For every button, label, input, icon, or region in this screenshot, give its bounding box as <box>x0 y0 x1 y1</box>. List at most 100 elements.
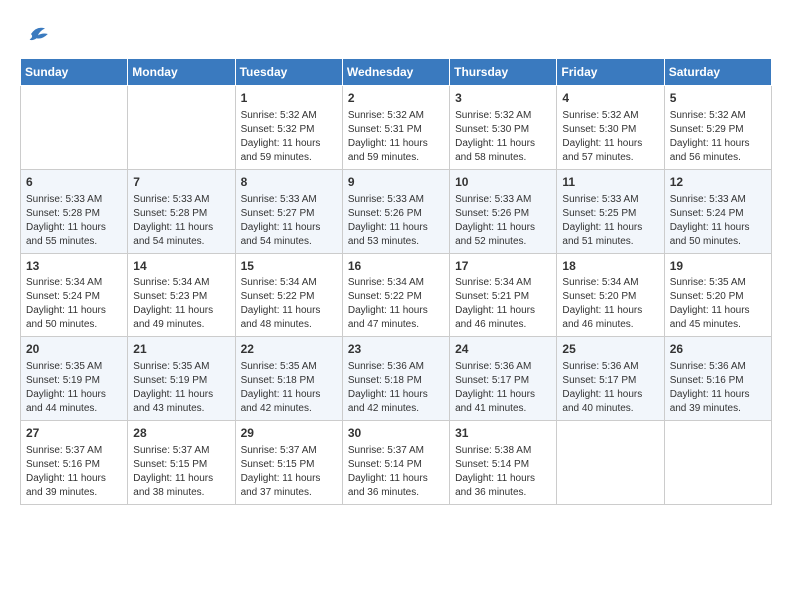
day-number: 9 <box>348 174 444 191</box>
calendar-cell: 1 Sunrise: 5:32 AM Sunset: 5:32 PM Daylig… <box>235 86 342 170</box>
day-info: Sunrise: 5:37 AM Sunset: 5:15 PM Dayligh… <box>133 444 229 500</box>
calendar-cell: 27Sunrise: 5:37 AM Sunset: 5:16 PM Dayli… <box>21 421 128 505</box>
day-number: 2 <box>348 90 444 107</box>
day-info: Sunrise: 5:34 AM Sunset: 5:21 PM Dayligh… <box>455 276 551 332</box>
day-info: Sunrise: 5:35 AM Sunset: 5:20 PM Dayligh… <box>670 276 766 332</box>
day-info: Sunrise: 5:33 AM Sunset: 5:25 PM Dayligh… <box>562 193 658 249</box>
day-number: 3 <box>455 90 551 107</box>
day-info: Sunrise: 5:33 AM Sunset: 5:27 PM Dayligh… <box>241 193 337 249</box>
day-number: 11 <box>562 174 658 191</box>
calendar-cell: 4 Sunrise: 5:32 AM Sunset: 5:30 PM Daylig… <box>557 86 664 170</box>
day-info: Sunrise: 5:32 AM Sunset: 5:31 PM Dayligh… <box>348 109 444 165</box>
calendar-cell: 14Sunrise: 5:34 AM Sunset: 5:23 PM Dayli… <box>128 253 235 337</box>
day-number: 7 <box>133 174 229 191</box>
day-number: 20 <box>26 341 122 358</box>
calendar-cell: 9 Sunrise: 5:33 AM Sunset: 5:26 PM Daylig… <box>342 169 449 253</box>
day-info: Sunrise: 5:33 AM Sunset: 5:28 PM Dayligh… <box>26 193 122 249</box>
calendar-cell <box>128 86 235 170</box>
weekday-header-sunday: Sunday <box>21 59 128 86</box>
calendar-cell: 18Sunrise: 5:34 AM Sunset: 5:20 PM Dayli… <box>557 253 664 337</box>
calendar-cell <box>21 86 128 170</box>
weekday-header-thursday: Thursday <box>450 59 557 86</box>
day-number: 1 <box>241 90 337 107</box>
day-info: Sunrise: 5:35 AM Sunset: 5:19 PM Dayligh… <box>133 360 229 416</box>
day-info: Sunrise: 5:36 AM Sunset: 5:17 PM Dayligh… <box>562 360 658 416</box>
calendar-cell: 17Sunrise: 5:34 AM Sunset: 5:21 PM Dayli… <box>450 253 557 337</box>
day-number: 28 <box>133 425 229 442</box>
calendar-cell: 10 Sunrise: 5:33 AM Sunset: 5:26 PM Dayli… <box>450 169 557 253</box>
calendar-week-row: 13Sunrise: 5:34 AM Sunset: 5:24 PM Dayli… <box>21 253 772 337</box>
weekday-header-monday: Monday <box>128 59 235 86</box>
logo <box>20 20 52 48</box>
calendar-cell: 29Sunrise: 5:37 AM Sunset: 5:15 PM Dayli… <box>235 421 342 505</box>
calendar-cell: 19Sunrise: 5:35 AM Sunset: 5:20 PM Dayli… <box>664 253 771 337</box>
day-info: Sunrise: 5:34 AM Sunset: 5:24 PM Dayligh… <box>26 276 122 332</box>
calendar-cell: 2 Sunrise: 5:32 AM Sunset: 5:31 PM Daylig… <box>342 86 449 170</box>
calendar-week-row: 1 Sunrise: 5:32 AM Sunset: 5:32 PM Daylig… <box>21 86 772 170</box>
calendar-cell: 11 Sunrise: 5:33 AM Sunset: 5:25 PM Dayli… <box>557 169 664 253</box>
calendar-cell: 30 Sunrise: 5:37 AM Sunset: 5:14 PM Dayli… <box>342 421 449 505</box>
day-info: Sunrise: 5:34 AM Sunset: 5:22 PM Dayligh… <box>241 276 337 332</box>
day-number: 14 <box>133 258 229 275</box>
day-number: 15 <box>241 258 337 275</box>
day-number: 23 <box>348 341 444 358</box>
calendar-cell: 6 Sunrise: 5:33 AM Sunset: 5:28 PM Daylig… <box>21 169 128 253</box>
weekday-header-wednesday: Wednesday <box>342 59 449 86</box>
day-number: 17 <box>455 258 551 275</box>
day-info: Sunrise: 5:33 AM Sunset: 5:26 PM Dayligh… <box>455 193 551 249</box>
day-number: 22 <box>241 341 337 358</box>
day-number: 26 <box>670 341 766 358</box>
calendar-cell: 21 Sunrise: 5:35 AM Sunset: 5:19 PM Dayli… <box>128 337 235 421</box>
day-info: Sunrise: 5:36 AM Sunset: 5:18 PM Dayligh… <box>348 360 444 416</box>
day-info: Sunrise: 5:34 AM Sunset: 5:23 PM Dayligh… <box>133 276 229 332</box>
calendar-cell: 23 Sunrise: 5:36 AM Sunset: 5:18 PM Dayli… <box>342 337 449 421</box>
day-number: 16 <box>348 258 444 275</box>
day-info: Sunrise: 5:34 AM Sunset: 5:20 PM Dayligh… <box>562 276 658 332</box>
day-number: 27 <box>26 425 122 442</box>
day-number: 31 <box>455 425 551 442</box>
calendar-cell: 12 Sunrise: 5:33 AM Sunset: 5:24 PM Dayli… <box>664 169 771 253</box>
calendar-cell: 28 Sunrise: 5:37 AM Sunset: 5:15 PM Dayli… <box>128 421 235 505</box>
day-number: 21 <box>133 341 229 358</box>
day-number: 8 <box>241 174 337 191</box>
day-info: Sunrise: 5:35 AM Sunset: 5:18 PM Dayligh… <box>241 360 337 416</box>
day-info: Sunrise: 5:37 AM Sunset: 5:15 PM Dayligh… <box>241 444 337 500</box>
day-number: 4 <box>562 90 658 107</box>
calendar-week-row: 6 Sunrise: 5:33 AM Sunset: 5:28 PM Daylig… <box>21 169 772 253</box>
day-number: 5 <box>670 90 766 107</box>
calendar-cell: 24 Sunrise: 5:36 AM Sunset: 5:17 PM Dayli… <box>450 337 557 421</box>
day-info: Sunrise: 5:36 AM Sunset: 5:17 PM Dayligh… <box>455 360 551 416</box>
day-number: 12 <box>670 174 766 191</box>
weekday-header-row: SundayMondayTuesdayWednesdayThursdayFrid… <box>21 59 772 86</box>
day-number: 19 <box>670 258 766 275</box>
day-info: Sunrise: 5:33 AM Sunset: 5:24 PM Dayligh… <box>670 193 766 249</box>
day-info: Sunrise: 5:32 AM Sunset: 5:30 PM Dayligh… <box>562 109 658 165</box>
calendar-cell: 7 Sunrise: 5:33 AM Sunset: 5:28 PM Daylig… <box>128 169 235 253</box>
day-info: Sunrise: 5:32 AM Sunset: 5:29 PM Dayligh… <box>670 109 766 165</box>
calendar-cell: 8 Sunrise: 5:33 AM Sunset: 5:27 PM Daylig… <box>235 169 342 253</box>
calendar-cell: 13Sunrise: 5:34 AM Sunset: 5:24 PM Dayli… <box>21 253 128 337</box>
day-number: 24 <box>455 341 551 358</box>
calendar-table: SundayMondayTuesdayWednesdayThursdayFrid… <box>20 58 772 505</box>
weekday-header-friday: Friday <box>557 59 664 86</box>
day-number: 13 <box>26 258 122 275</box>
day-info: Sunrise: 5:35 AM Sunset: 5:19 PM Dayligh… <box>26 360 122 416</box>
day-info: Sunrise: 5:33 AM Sunset: 5:28 PM Dayligh… <box>133 193 229 249</box>
logo-bird-icon <box>24 20 52 48</box>
calendar-week-row: 20 Sunrise: 5:35 AM Sunset: 5:19 PM Dayli… <box>21 337 772 421</box>
day-info: Sunrise: 5:37 AM Sunset: 5:14 PM Dayligh… <box>348 444 444 500</box>
calendar-cell: 25Sunrise: 5:36 AM Sunset: 5:17 PM Dayli… <box>557 337 664 421</box>
page-header <box>20 20 772 48</box>
weekday-header-saturday: Saturday <box>664 59 771 86</box>
day-info: Sunrise: 5:38 AM Sunset: 5:14 PM Dayligh… <box>455 444 551 500</box>
day-number: 6 <box>26 174 122 191</box>
day-number: 10 <box>455 174 551 191</box>
day-info: Sunrise: 5:32 AM Sunset: 5:32 PM Dayligh… <box>241 109 337 165</box>
calendar-cell <box>557 421 664 505</box>
calendar-week-row: 27Sunrise: 5:37 AM Sunset: 5:16 PM Dayli… <box>21 421 772 505</box>
calendar-cell <box>664 421 771 505</box>
day-info: Sunrise: 5:33 AM Sunset: 5:26 PM Dayligh… <box>348 193 444 249</box>
calendar-cell: 15Sunrise: 5:34 AM Sunset: 5:22 PM Dayli… <box>235 253 342 337</box>
day-number: 30 <box>348 425 444 442</box>
calendar-cell: 22 Sunrise: 5:35 AM Sunset: 5:18 PM Dayli… <box>235 337 342 421</box>
